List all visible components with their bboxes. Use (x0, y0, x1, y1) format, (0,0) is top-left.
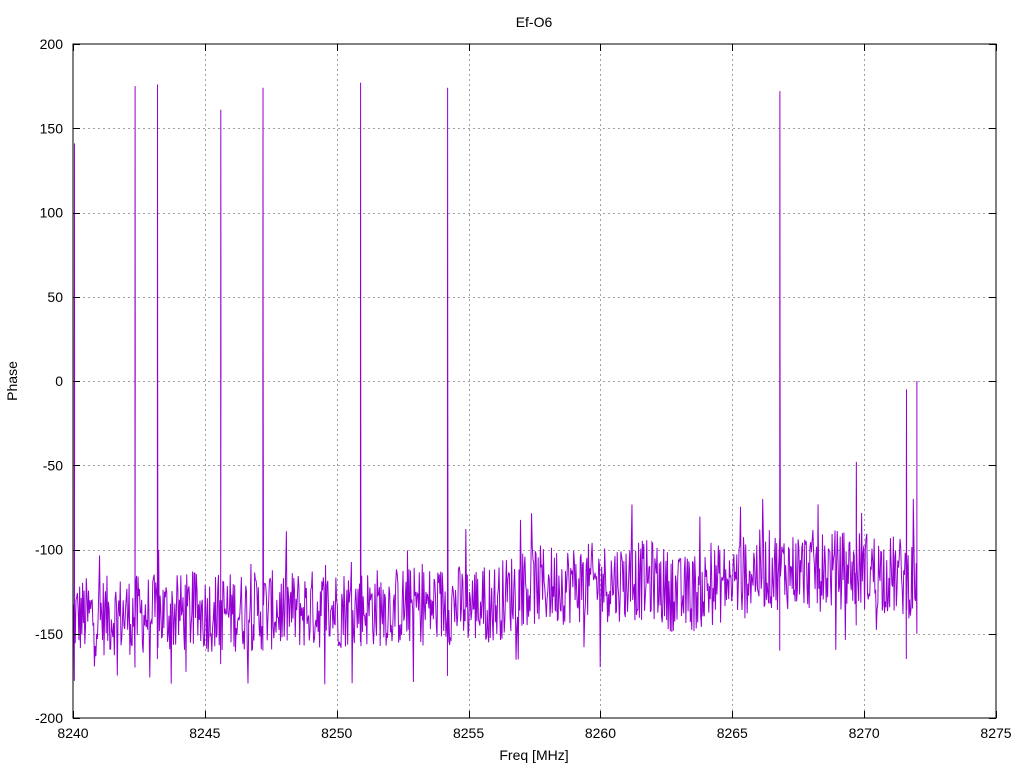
x-tick-label: 8270 (849, 725, 880, 741)
y-tick-label: 200 (40, 36, 64, 52)
y-axis-title: Phase (4, 361, 20, 401)
y-tick-label: -200 (35, 710, 63, 726)
x-tick-label: 8265 (717, 725, 748, 741)
y-tick-label: 50 (47, 289, 63, 305)
y-tick-label: -50 (43, 457, 63, 473)
phase-series-line (72, 82, 918, 685)
x-tick-label: 8250 (321, 725, 352, 741)
x-tick-label: 8275 (980, 725, 1011, 741)
tick-labels: 8240 8245 8250 8255 8260 8265 8270 8275 -200 -150… (35, 36, 1012, 741)
x-tick-label: 8255 (453, 725, 484, 741)
x-tick-label: 8260 (585, 725, 616, 741)
series-layer (72, 82, 918, 685)
phase-chart: Ef-O6 8240 8245 8250 8255 8260 8265 8270 8275 -2… (4, 14, 1012, 763)
y-tick-label: -100 (35, 542, 63, 558)
x-axis-title: Freq [MHz] (499, 747, 568, 763)
y-tick-label: 0 (55, 373, 63, 389)
x-tick-label: 8240 (57, 725, 88, 741)
y-tick-label: 100 (40, 205, 64, 221)
x-tick-label: 8245 (189, 725, 220, 741)
y-tick-label: -150 (35, 626, 63, 642)
y-tick-label: 150 (40, 120, 64, 136)
chart-title: Ef-O6 (516, 14, 553, 30)
